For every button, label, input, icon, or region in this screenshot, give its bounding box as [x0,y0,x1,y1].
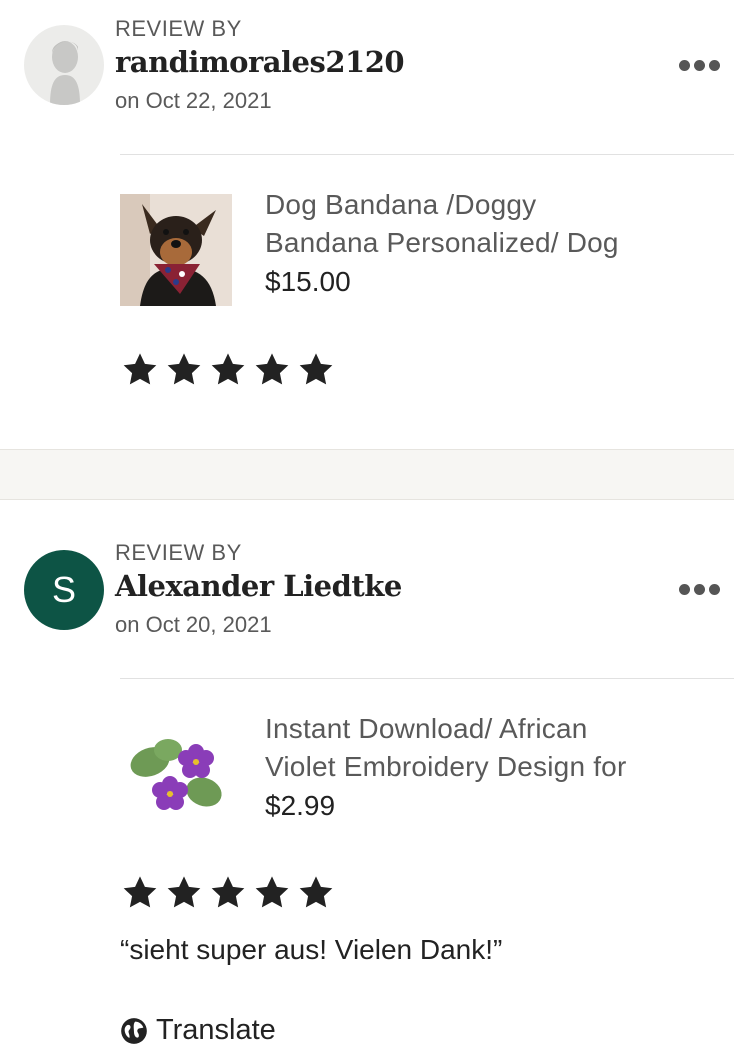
user-silhouette-icon [50,41,80,105]
dot-icon [679,584,690,595]
review-by-label: REVIEW BY [115,540,242,565]
translate-label: Translate [156,1014,276,1046]
product-price: $15.00 [265,266,351,297]
reviewer-avatar[interactable] [24,25,104,105]
star-icon [255,876,289,908]
star-rating [120,874,336,912]
more-options-button[interactable] [679,60,720,71]
reviewer-name[interactable]: Alexander Liedtke [115,569,402,603]
product-title-line: Dog Bandana /Doggy [265,189,537,220]
star-icon [167,353,201,385]
dot-icon [709,584,720,595]
avatar-initial: S [51,569,76,610]
translate-button[interactable]: Translate [120,1014,276,1047]
star-icon [255,353,289,385]
star-icon [167,876,201,908]
dog-bandana-photo [120,194,232,306]
star-rating [120,351,336,389]
review-date: on Oct 20, 2021 [115,612,272,637]
star-icon [123,353,157,385]
reviewer-avatar[interactable]: S [24,550,104,630]
product-title-line: Instant Download/ African [265,713,588,744]
star-icon [211,876,245,908]
star-icon [123,876,157,908]
dot-icon [694,584,705,595]
dot-icon [694,60,705,71]
dot-icon [709,60,720,71]
review-date: on Oct 22, 2021 [115,88,272,113]
star-icon [299,353,333,385]
product-price: $2.99 [265,790,336,821]
globe-icon [121,1017,147,1044]
product-title-line: Violet Embroidery Design for [265,751,627,782]
dot-icon [679,60,690,71]
review-by-label: REVIEW BY [115,16,242,41]
star-icon [211,353,245,385]
section-separator [0,449,734,500]
product-thumbnail[interactable] [120,194,232,306]
reviewer-name[interactable]: randimorales2120 [115,45,405,79]
review-text: “sieht super aus! Vielen Dank!” [120,934,503,965]
more-options-button[interactable] [679,584,720,595]
african-violet-embroidery-image [120,718,232,830]
divider [120,678,734,679]
product-title-line: Bandana Personalized/ Dog [265,227,619,258]
product-title[interactable]: Dog Bandana /Doggy Bandana Personalized/… [265,186,705,262]
divider [120,154,734,155]
star-icon [299,876,333,908]
product-thumbnail[interactable] [120,718,232,830]
product-title[interactable]: Instant Download/ African Violet Embroid… [265,710,705,786]
